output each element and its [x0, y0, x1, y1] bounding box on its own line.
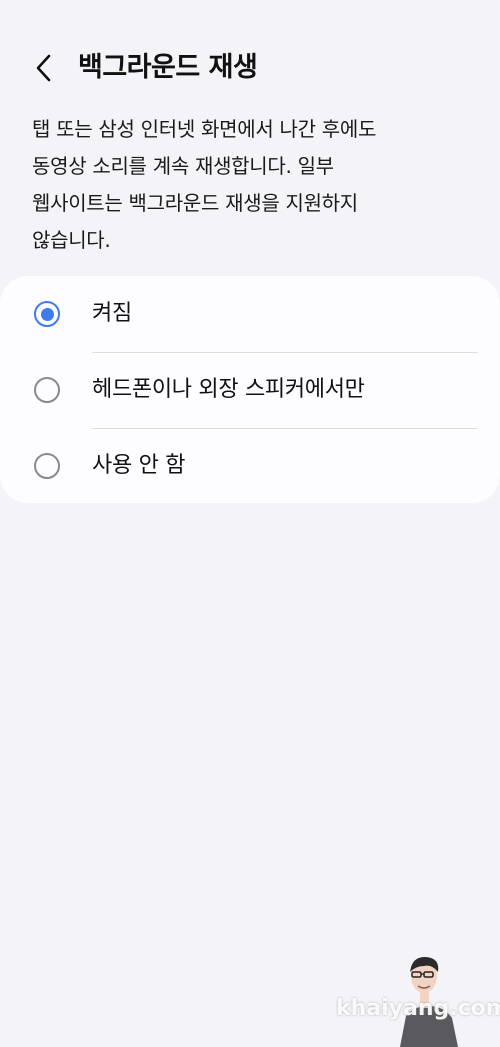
option-on[interactable]: 켜짐 — [0, 276, 500, 352]
radio-button-selected[interactable] — [34, 301, 60, 327]
option-label: 헤드폰이나 외장 스피커에서만 — [92, 377, 365, 402]
description-line: 않습니다. — [32, 228, 111, 252]
option-label: 사용 안 함 — [92, 453, 186, 478]
chevron-left-icon — [33, 53, 55, 83]
description-line: 웹사이트는 백그라운드 재생을 지원하지 — [32, 191, 358, 215]
option-off[interactable]: 사용 안 함 — [0, 428, 500, 504]
watermark-text: khaiyang.com — [336, 996, 500, 1021]
page-title: 백그라운드 재생 — [78, 52, 258, 83]
radio-button[interactable] — [34, 377, 60, 403]
radio-button[interactable] — [34, 453, 60, 479]
app-header: 백그라운드 재생 — [0, 38, 500, 98]
description-line: 탭 또는 삼성 인터넷 화면에서 나간 후에도 — [32, 117, 377, 141]
description-line: 동영상 소리를 계속 재생합니다. 일부 — [32, 154, 334, 178]
option-headphones-only[interactable]: 헤드폰이나 외장 스피커에서만 — [0, 352, 500, 428]
back-button[interactable] — [22, 46, 66, 90]
options-card: 켜짐 헤드폰이나 외장 스피커에서만 사용 안 함 — [0, 276, 500, 503]
option-label: 켜짐 — [92, 301, 132, 326]
description-text: 탭 또는 삼성 인터넷 화면에서 나간 후에도 동영상 소리를 계속 재생합니다… — [32, 111, 472, 259]
